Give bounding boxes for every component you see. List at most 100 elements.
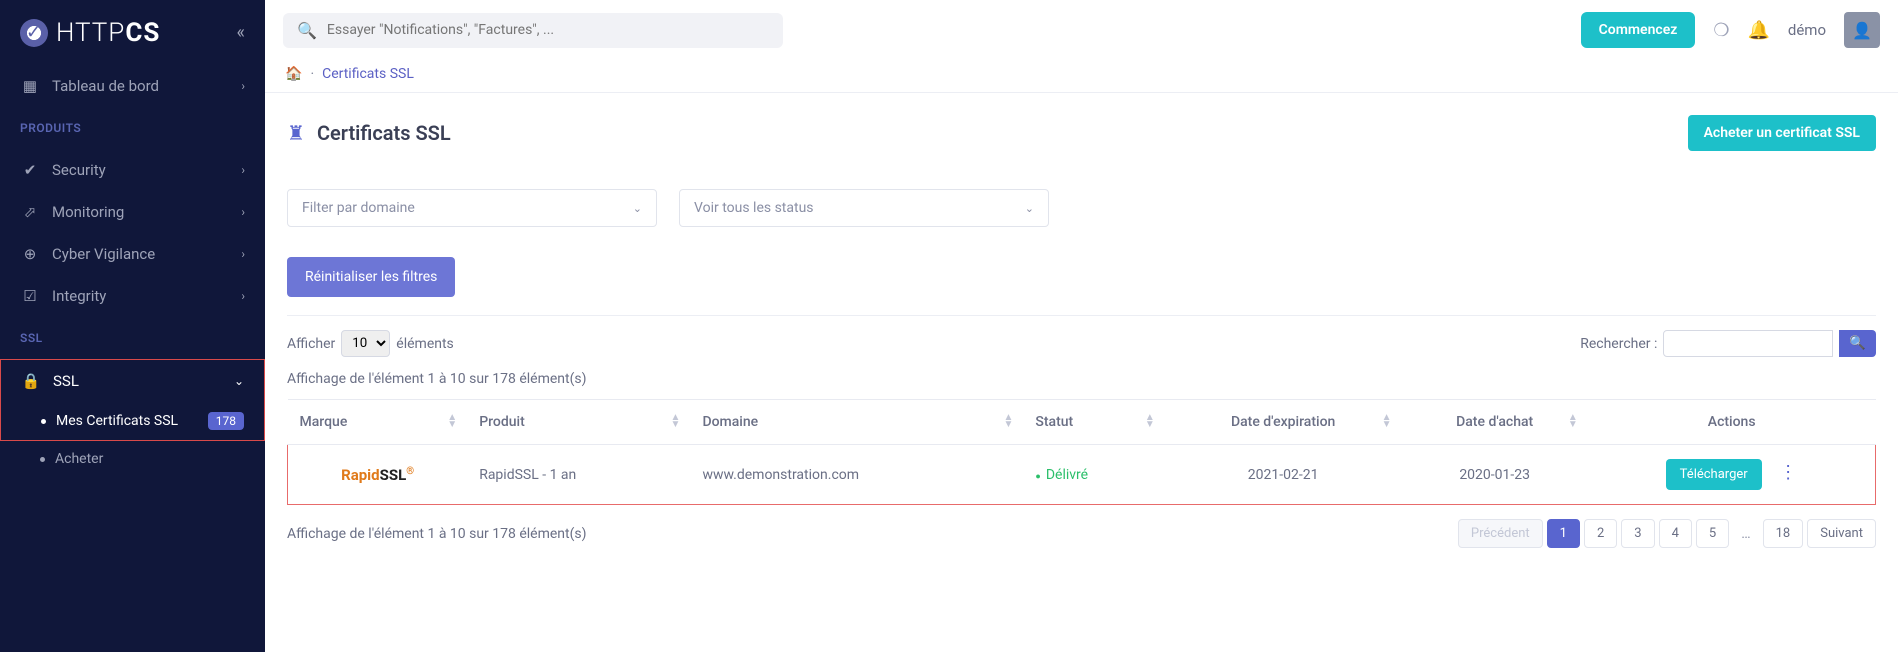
select-label: Voir tous les status: [694, 200, 814, 216]
sidebar-ssl-highlight: 🔒 SSL ⌄ Mes Certificats SSL 178: [0, 359, 265, 441]
sidebar-sub-acheter[interactable]: Acheter: [0, 441, 265, 477]
table-search-label: Rechercher :: [1580, 336, 1657, 352]
bell-icon[interactable]: 🔔: [1747, 20, 1769, 41]
breadcrumb-current[interactable]: Certificats SSL: [322, 66, 414, 82]
sitemap-icon: ♜: [287, 121, 305, 145]
bullet-icon: [40, 457, 45, 462]
th-expiration[interactable]: Date d'expiration▲▼: [1165, 400, 1402, 445]
th-marque[interactable]: Marque▲▼: [288, 400, 468, 445]
sidebar-section-ssl: SSL: [0, 317, 265, 359]
pagination: Précédent 1 2 3 4 5 … 18 Suivant: [1458, 519, 1876, 548]
reset-filters-button[interactable]: Réinitialiser les filtres: [287, 257, 455, 297]
chevron-down-icon: ⌄: [633, 202, 642, 215]
help-icon[interactable]: ❍: [1713, 20, 1729, 41]
table-search-button[interactable]: 🔍: [1839, 330, 1876, 357]
pagination-page[interactable]: 18: [1763, 519, 1804, 548]
globe-icon: ⊕: [20, 245, 40, 263]
sort-icon: ▲▼: [671, 414, 681, 428]
user-name: démo: [1788, 21, 1826, 39]
pagination-page[interactable]: 4: [1659, 519, 1692, 548]
pagination-page[interactable]: 5: [1696, 519, 1729, 548]
sidebar-item-label: Mes Certificats SSL: [56, 413, 178, 429]
sidebar-sub-mes-certificats[interactable]: Mes Certificats SSL 178: [1, 402, 264, 440]
download-button[interactable]: Télécharger: [1666, 459, 1762, 490]
sidebar-item-monitoring[interactable]: ⬀ Monitoring ›: [0, 191, 265, 233]
sidebar-item-label: Cyber Vigilance: [52, 245, 155, 263]
sidebar: ✓ HTTPCS « ▦ Tableau de bord › PRODUITS …: [0, 0, 265, 652]
chevron-right-icon: ›: [241, 289, 245, 303]
th-actions: Actions: [1588, 400, 1876, 445]
search-input[interactable]: [327, 22, 769, 38]
status-badge: Délivré: [1035, 467, 1088, 483]
chevron-right-icon: ›: [241, 79, 245, 93]
chart-icon: ⬀: [20, 203, 40, 221]
more-actions-icon[interactable]: ⋮: [1779, 462, 1797, 483]
pagination-page[interactable]: 2: [1584, 519, 1617, 548]
card-header: ♜ Certificats SSL Acheter un certificat …: [287, 115, 1876, 161]
show-entries-label-b: éléments: [396, 336, 454, 352]
sidebar-item-label: Security: [52, 161, 106, 179]
shield-check-icon: ☑: [20, 287, 40, 305]
page-size-select[interactable]: 10: [341, 330, 390, 357]
collapse-sidebar-icon[interactable]: «: [237, 22, 245, 43]
th-domaine[interactable]: Domaine▲▼: [690, 400, 1023, 445]
th-achat[interactable]: Date d'achat▲▼: [1401, 400, 1587, 445]
chevron-right-icon: ›: [241, 205, 245, 219]
cell-achat: 2020-01-23: [1401, 445, 1587, 505]
sidebar-item-integrity[interactable]: ☑ Integrity ›: [0, 275, 265, 317]
chevron-right-icon: ›: [241, 247, 245, 261]
breadcrumb-sep: ·: [310, 66, 314, 82]
table-count-bottom: Affichage de l'élément 1 à 10 sur 178 él…: [287, 526, 587, 542]
pagination-prev[interactable]: Précédent: [1458, 519, 1543, 548]
global-search[interactable]: 🔍: [283, 13, 783, 48]
filter-status-select[interactable]: Voir tous les status ⌄: [679, 189, 1049, 227]
table-row: RapidSSL® RapidSSL - 1 an www.demonstrat…: [288, 445, 1876, 505]
cell-expiration: 2021-02-21: [1165, 445, 1402, 505]
pagination-page[interactable]: 3: [1621, 519, 1654, 548]
certificates-table: Marque▲▼ Produit▲▼ Domaine▲▼ Statut▲▼ Da…: [287, 399, 1876, 505]
sidebar-item-ssl[interactable]: 🔒 SSL ⌄: [1, 360, 264, 402]
sort-icon: ▲▼: [1382, 414, 1392, 428]
sidebar-item-label: Tableau de bord: [52, 77, 159, 95]
logo-text-a: HTTP: [56, 18, 125, 48]
chevron-down-icon: ⌄: [1025, 202, 1034, 215]
sidebar-item-security[interactable]: ✔ Security ›: [0, 149, 265, 191]
home-icon[interactable]: 🏠: [285, 66, 302, 82]
show-entries-label-a: Afficher: [287, 336, 335, 352]
chevron-down-icon: ⌄: [234, 374, 244, 388]
sort-icon: ▲▼: [447, 414, 457, 428]
chevron-right-icon: ›: [241, 163, 245, 177]
sidebar-item-dashboard[interactable]: ▦ Tableau de bord ›: [0, 65, 265, 107]
avatar-button[interactable]: 👤: [1844, 12, 1880, 48]
logo[interactable]: ✓ HTTPCS: [20, 18, 160, 48]
logo-row: ✓ HTTPCS «: [0, 0, 265, 65]
sidebar-item-cyber[interactable]: ⊕ Cyber Vigilance ›: [0, 233, 265, 275]
pagination-next[interactable]: Suivant: [1807, 519, 1876, 548]
cell-domaine: www.demonstration.com: [690, 445, 1023, 505]
topbar: 🔍 Commencez ❍ 🔔 démo 👤: [265, 0, 1898, 60]
pagination-page[interactable]: 1: [1547, 519, 1580, 548]
sort-icon: ▲▼: [1568, 414, 1578, 428]
table-search-input[interactable]: [1663, 330, 1833, 357]
sort-icon: ▲▼: [1004, 414, 1014, 428]
start-button[interactable]: Commencez: [1581, 12, 1696, 48]
sidebar-item-label: Acheter: [55, 451, 103, 467]
sidebar-item-label: SSL: [53, 372, 79, 390]
sidebar-item-label: Integrity: [52, 287, 106, 305]
cell-produit: RapidSSL - 1 an: [467, 445, 690, 505]
sidebar-item-label: Monitoring: [52, 203, 124, 221]
check-circle-icon: ✔: [20, 161, 40, 179]
sidebar-section-produits: PRODUITS: [0, 107, 265, 149]
breadcrumb: 🏠 · Certificats SSL: [265, 60, 1898, 93]
th-statut[interactable]: Statut▲▼: [1023, 400, 1164, 445]
buy-certificate-button[interactable]: Acheter un certificat SSL: [1688, 115, 1876, 151]
filter-domain-select[interactable]: Filter par domaine ⌄: [287, 189, 657, 227]
page-title: Certificats SSL: [317, 121, 451, 145]
lock-icon: 🔒: [21, 372, 41, 390]
logo-text-b: CS: [125, 18, 160, 48]
select-label: Filter par domaine: [302, 200, 415, 216]
th-produit[interactable]: Produit▲▼: [467, 400, 690, 445]
dashboard-icon: ▦: [20, 77, 40, 95]
table-count-top: Affichage de l'élément 1 à 10 sur 178 él…: [287, 371, 1876, 387]
count-badge: 178: [208, 412, 244, 430]
